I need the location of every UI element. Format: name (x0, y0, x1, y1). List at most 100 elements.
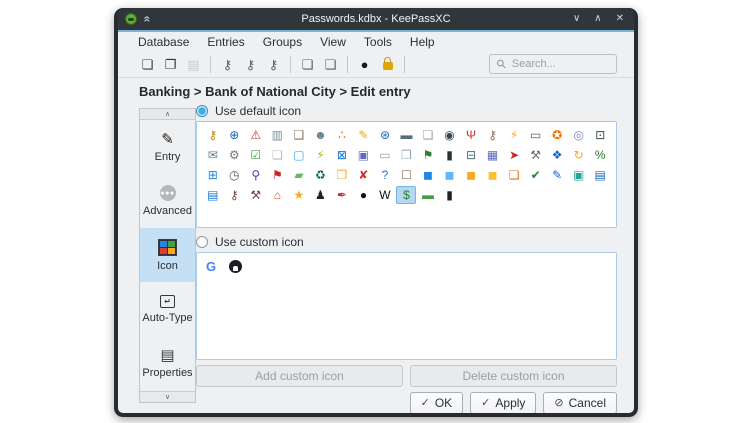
icon-configuration[interactable]: ⚙ (224, 146, 244, 164)
icon-folder-package[interactable]: ◼ (461, 166, 481, 184)
default-icon-radio-row[interactable]: Use default icon (196, 103, 617, 119)
icon-energy[interactable]: ⚡ (504, 126, 524, 144)
icon-paper-flag[interactable]: ⚑ (267, 166, 287, 184)
icon-folder[interactable]: ◼ (418, 166, 438, 184)
icon-money[interactable]: $ (396, 186, 416, 204)
icon-expired[interactable]: ✘ (353, 166, 373, 184)
keep-above-icon[interactable]: « (141, 16, 153, 23)
icon-info[interactable]: ? (375, 166, 395, 184)
custom-icon-radio-row[interactable]: Use custom icon (196, 234, 617, 250)
icon-note[interactable]: ❐ (332, 166, 352, 184)
menu-entries[interactable]: Entries (207, 35, 244, 49)
icon-printer[interactable]: ⊟ (461, 146, 481, 164)
icon-certificate[interactable]: ▬ (418, 186, 438, 204)
icon-blackberry[interactable]: ▮ (440, 186, 460, 204)
lock-databases-button[interactable] (376, 54, 399, 74)
icon-feather[interactable]: ✒ (332, 186, 352, 204)
icon-book[interactable]: ▤ (590, 166, 610, 184)
copy-password-button[interactable]: ❏ (319, 54, 342, 74)
icon-energy-careful[interactable]: ⚡ (310, 146, 330, 164)
icon-home[interactable]: ⌂ (267, 186, 287, 204)
database-new-button[interactable]: ❏ (136, 54, 159, 74)
database-open-button[interactable]: ❐ (159, 54, 182, 74)
icon-scanner[interactable]: ▭ (526, 126, 546, 144)
icon-paper-locked[interactable]: ❏ (504, 166, 524, 184)
icon-cdrom[interactable]: ◎ (569, 126, 589, 144)
icon-world-socket[interactable]: ⊛ (375, 126, 395, 144)
icon-settings[interactable]: ⚒ (526, 146, 546, 164)
copy-username-button[interactable]: ❏ (296, 54, 319, 74)
icon-folder-open[interactable]: ◼ (440, 166, 460, 184)
ok-button[interactable]: ✓ OK (410, 392, 464, 413)
app-icon[interactable] (125, 13, 137, 25)
sidebar-item-icon[interactable]: Icon (140, 228, 195, 282)
icon-parts[interactable]: ∴ (332, 126, 352, 144)
sidebar-item-entry[interactable]: ✎Entry (140, 120, 195, 174)
icon-trash-bin[interactable]: ♻ (310, 166, 330, 184)
icon-drive-windows[interactable]: ⊞ (203, 166, 223, 184)
icon-package[interactable]: ☐ (396, 166, 416, 184)
icon-paper-ready[interactable]: ❏ (418, 126, 438, 144)
menu-database[interactable]: Database (138, 35, 189, 49)
icon-identity[interactable]: ▬ (396, 126, 416, 144)
icon-email[interactable]: ✉ (203, 146, 223, 164)
sidebar-item-auto-type[interactable]: ↵Auto-Type (140, 282, 195, 336)
icon-paper-new[interactable]: ❏ (267, 146, 287, 164)
icon-monitor[interactable]: ⊡ (590, 126, 610, 144)
icon-notepad[interactable]: ✎ (353, 126, 373, 144)
icon-email-search[interactable]: ⚲ (246, 166, 266, 184)
icon-wiki[interactable]: W (375, 186, 395, 204)
search-box[interactable]: ⚲ (489, 54, 617, 74)
icon-program-icons[interactable]: ▦ (483, 146, 503, 164)
google-icon[interactable]: G (206, 260, 216, 273)
github-icon[interactable] (229, 260, 242, 273)
search-input[interactable] (512, 58, 609, 70)
delete-custom-icon-button[interactable]: Delete custom icon (410, 365, 617, 387)
menu-view[interactable]: View (320, 35, 346, 49)
icon-star[interactable]: ★ (289, 186, 309, 204)
icon-world-star[interactable]: ✪ (547, 126, 567, 144)
icon-terminal-encrypted[interactable]: ⚑ (418, 146, 438, 164)
sidebar-scroll-down[interactable]: ∨ (140, 391, 195, 402)
maximize-button[interactable]: ∧ (594, 14, 601, 24)
icon-clipboard-ready[interactable]: ☑ (246, 146, 266, 164)
open-url-button[interactable]: ● (353, 54, 376, 74)
icon-email-box[interactable]: ⊠ (332, 146, 352, 164)
icon-drive[interactable]: ▭ (375, 146, 395, 164)
icon-pen[interactable]: ✎ (547, 166, 567, 184)
menu-groups[interactable]: Groups (263, 35, 302, 49)
entry-edit-button[interactable]: ⚷ (239, 54, 262, 74)
icon-ir-communication[interactable]: Ψ (461, 126, 481, 144)
icon-user-key[interactable]: ⚷ (224, 186, 244, 204)
icon-lock-open[interactable]: ◼ (483, 166, 503, 184)
icon-digicam[interactable]: ◉ (440, 126, 460, 144)
icon-tux[interactable]: ♟ (310, 186, 330, 204)
database-save-button[interactable]: ▤ (182, 54, 205, 74)
icon-homebanking[interactable]: % (590, 146, 610, 164)
menu-help[interactable]: Help (410, 35, 435, 49)
icon-user-communication[interactable]: ☻ (310, 126, 330, 144)
icon-key[interactable]: ⚷ (203, 126, 223, 144)
icon-clock[interactable]: ◷ (224, 166, 244, 184)
sidebar-item-advanced[interactable]: ●●●Advanced (140, 174, 195, 228)
icon-warning[interactable]: ⚠ (246, 126, 266, 144)
use-custom-icon-radio[interactable] (196, 236, 208, 248)
icon-console[interactable]: ▮ (440, 146, 460, 164)
icon-list[interactable]: ▤ (203, 186, 223, 204)
icon-screen[interactable]: ▢ (289, 146, 309, 164)
add-custom-icon-button[interactable]: Add custom icon (196, 365, 403, 387)
icon-memory[interactable]: ▰ (289, 166, 309, 184)
icon-disk[interactable]: ▣ (353, 146, 373, 164)
icon-world-computer[interactable]: ❖ (547, 146, 567, 164)
icon-run[interactable]: ➤ (504, 146, 524, 164)
icon-network-server[interactable]: ▥ (267, 126, 287, 144)
icon-apple[interactable]: ● (353, 186, 373, 204)
use-default-icon-radio[interactable] (196, 105, 208, 117)
menu-tools[interactable]: Tools (364, 35, 392, 49)
title-bar[interactable]: « Passwords.kdbx - KeePassXC ∨∧✕ (118, 8, 634, 30)
icon-marked-directory[interactable]: ❑ (289, 126, 309, 144)
icon-checked[interactable]: ✔ (526, 166, 546, 184)
icon-world[interactable]: ⊕ (224, 126, 244, 144)
icon-archive[interactable]: ↻ (569, 146, 589, 164)
close-button[interactable]: ✕ (616, 14, 624, 24)
